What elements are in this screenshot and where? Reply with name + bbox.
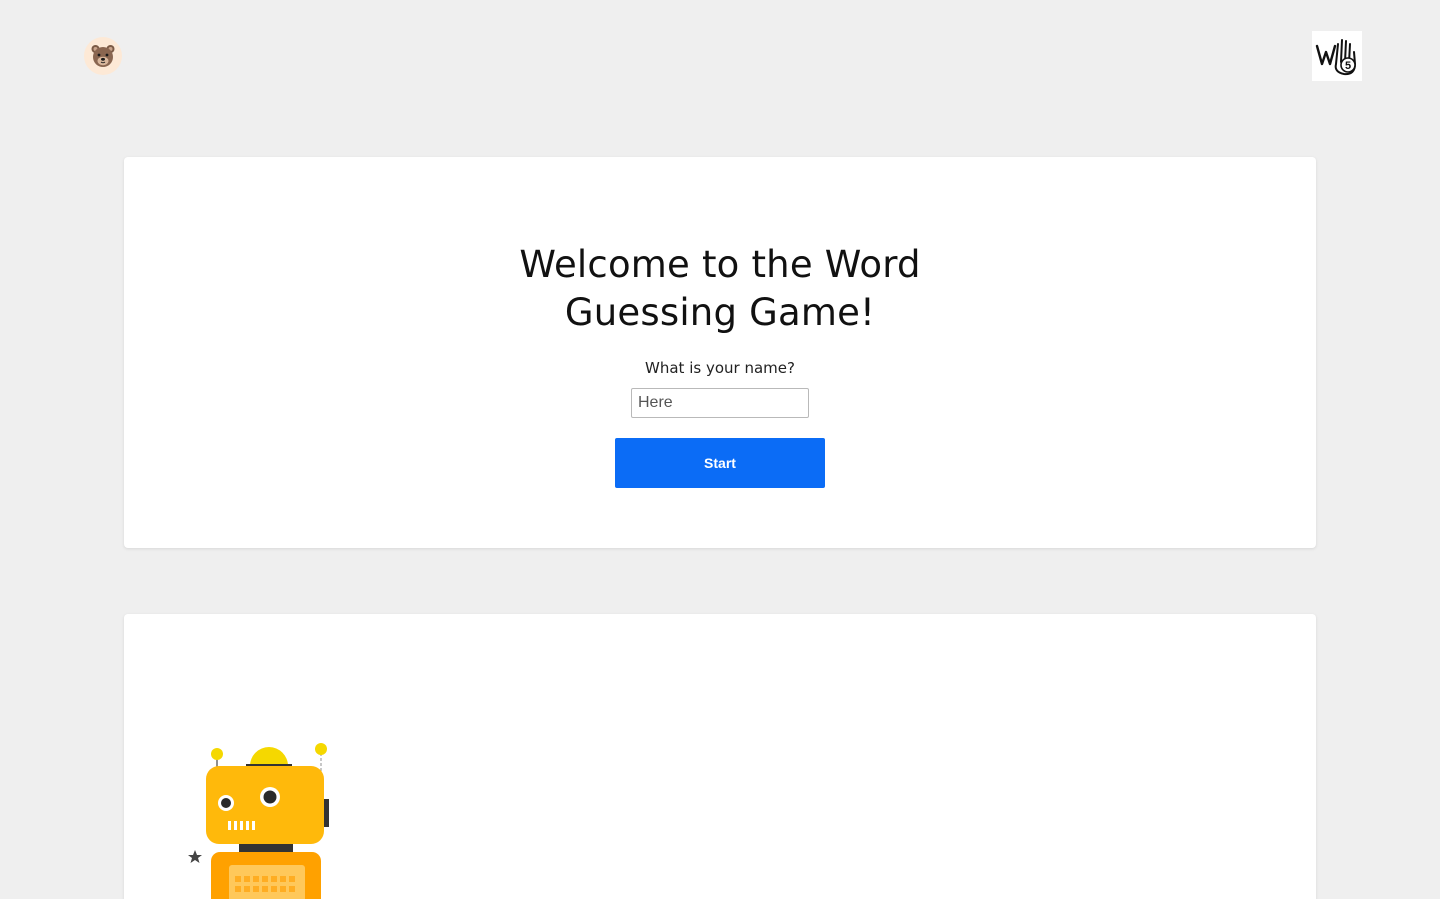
wave-hand-five-logo: 5 [1315,39,1357,76]
name-prompt-label: What is your name? [645,359,795,377]
name-input[interactable] [631,388,809,418]
welcome-card: Welcome to the Word Guessing Game! What … [124,157,1316,548]
start-button[interactable]: Start [615,438,825,488]
illustration-card [124,614,1316,899]
page: 5 Welcome to the Word Guessing Game! Wha… [0,0,1440,899]
robot-icon [188,743,329,899]
welcome-title: Welcome to the Word Guessing Game! [519,243,921,334]
brand-logo[interactable]: 5 [1312,31,1362,81]
svg-text:5: 5 [1345,60,1351,72]
user-avatar[interactable] [84,37,122,75]
bear-face-icon [91,45,115,67]
